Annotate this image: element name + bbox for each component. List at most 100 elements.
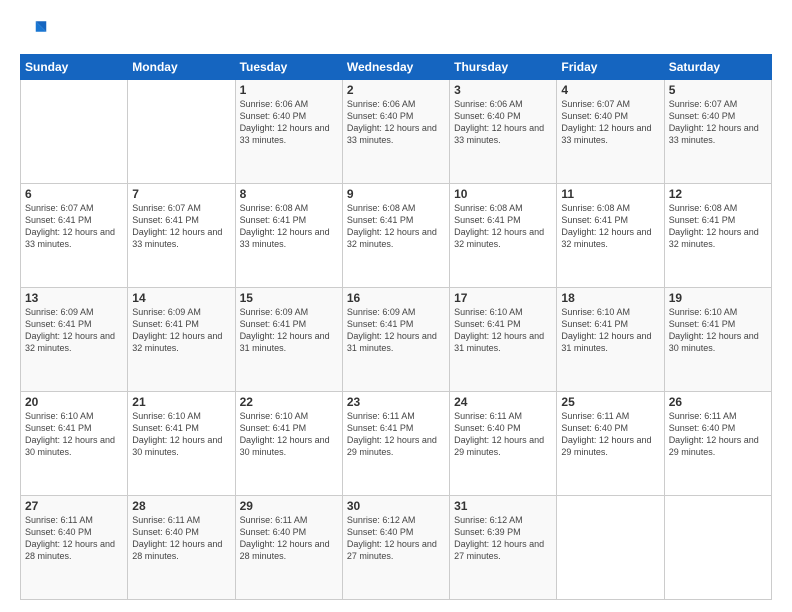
day-number: 17 (454, 291, 552, 305)
day-info: Sunrise: 6:12 AM Sunset: 6:40 PM Dayligh… (347, 515, 437, 561)
day-info: Sunrise: 6:06 AM Sunset: 6:40 PM Dayligh… (240, 99, 330, 145)
calendar-cell: 28 Sunrise: 6:11 AM Sunset: 6:40 PM Dayli… (128, 496, 235, 600)
calendar-cell: 30 Sunrise: 6:12 AM Sunset: 6:40 PM Dayli… (342, 496, 449, 600)
calendar-cell (664, 496, 771, 600)
day-info: Sunrise: 6:11 AM Sunset: 6:40 PM Dayligh… (132, 515, 222, 561)
calendar-cell: 7 Sunrise: 6:07 AM Sunset: 6:41 PM Daylig… (128, 184, 235, 288)
calendar-week-row: 27 Sunrise: 6:11 AM Sunset: 6:40 PM Dayli… (21, 496, 772, 600)
day-info: Sunrise: 6:10 AM Sunset: 6:41 PM Dayligh… (25, 411, 115, 457)
day-number: 2 (347, 83, 445, 97)
day-info: Sunrise: 6:08 AM Sunset: 6:41 PM Dayligh… (561, 203, 651, 249)
calendar-cell: 15Sunrise: 6:09 AM Sunset: 6:41 PM Dayli… (235, 288, 342, 392)
weekday-header-saturday: Saturday (664, 55, 771, 80)
calendar-cell: 14 Sunrise: 6:09 AM Sunset: 6:41 PM Dayli… (128, 288, 235, 392)
day-info: Sunrise: 6:12 AM Sunset: 6:39 PM Dayligh… (454, 515, 544, 561)
day-number: 23 (347, 395, 445, 409)
calendar-week-row: 13 Sunrise: 6:09 AM Sunset: 6:41 PM Dayli… (21, 288, 772, 392)
calendar-cell: 9 Sunrise: 6:08 AM Sunset: 6:41 PM Daylig… (342, 184, 449, 288)
day-info: Sunrise: 6:09 AM Sunset: 6:41 PM Dayligh… (132, 307, 222, 353)
day-number: 21 (132, 395, 230, 409)
header (20, 16, 772, 44)
day-number: 5 (669, 83, 767, 97)
day-number: 25 (561, 395, 659, 409)
day-number: 3 (454, 83, 552, 97)
day-info: Sunrise: 6:11 AM Sunset: 6:41 PM Dayligh… (347, 411, 437, 457)
day-number: 27 (25, 499, 123, 513)
day-info: Sunrise: 6:08 AM Sunset: 6:41 PM Dayligh… (454, 203, 544, 249)
weekday-header-monday: Monday (128, 55, 235, 80)
day-info: Sunrise: 6:10 AM Sunset: 6:41 PM Dayligh… (240, 411, 330, 457)
day-number: 28 (132, 499, 230, 513)
day-number: 4 (561, 83, 659, 97)
day-number: 14 (132, 291, 230, 305)
weekday-header-wednesday: Wednesday (342, 55, 449, 80)
day-info: Sunrise: 6:11 AM Sunset: 6:40 PM Dayligh… (561, 411, 651, 457)
calendar-cell: 29Sunrise: 6:11 AM Sunset: 6:40 PM Dayli… (235, 496, 342, 600)
day-number: 19 (669, 291, 767, 305)
day-number: 10 (454, 187, 552, 201)
calendar-cell: 13 Sunrise: 6:09 AM Sunset: 6:41 PM Dayli… (21, 288, 128, 392)
calendar-cell: 23 Sunrise: 6:11 AM Sunset: 6:41 PM Dayli… (342, 392, 449, 496)
calendar-cell: 18Sunrise: 6:10 AM Sunset: 6:41 PM Dayli… (557, 288, 664, 392)
day-number: 20 (25, 395, 123, 409)
day-number: 26 (669, 395, 767, 409)
day-info: Sunrise: 6:07 AM Sunset: 6:40 PM Dayligh… (561, 99, 651, 145)
day-info: Sunrise: 6:07 AM Sunset: 6:41 PM Dayligh… (132, 203, 222, 249)
calendar-cell: 31 Sunrise: 6:12 AM Sunset: 6:39 PM Dayli… (450, 496, 557, 600)
calendar-cell: 26Sunrise: 6:11 AM Sunset: 6:40 PM Dayli… (664, 392, 771, 496)
weekday-header-thursday: Thursday (450, 55, 557, 80)
calendar: SundayMondayTuesdayWednesdayThursdayFrid… (20, 54, 772, 600)
day-info: Sunrise: 6:09 AM Sunset: 6:41 PM Dayligh… (25, 307, 115, 353)
day-number: 12 (669, 187, 767, 201)
day-info: Sunrise: 6:08 AM Sunset: 6:41 PM Dayligh… (669, 203, 759, 249)
day-info: Sunrise: 6:10 AM Sunset: 6:41 PM Dayligh… (561, 307, 651, 353)
day-number: 16 (347, 291, 445, 305)
calendar-cell: 11 Sunrise: 6:08 AM Sunset: 6:41 PM Dayli… (557, 184, 664, 288)
calendar-week-row: 20 Sunrise: 6:10 AM Sunset: 6:41 PM Dayli… (21, 392, 772, 496)
calendar-cell (557, 496, 664, 600)
calendar-cell: 5 Sunrise: 6:07 AM Sunset: 6:40 PM Daylig… (664, 80, 771, 184)
calendar-cell: 3 Sunrise: 6:06 AM Sunset: 6:40 PM Daylig… (450, 80, 557, 184)
calendar-cell (21, 80, 128, 184)
day-number: 15 (240, 291, 338, 305)
day-info: Sunrise: 6:11 AM Sunset: 6:40 PM Dayligh… (25, 515, 115, 561)
calendar-cell: 4 Sunrise: 6:07 AM Sunset: 6:40 PM Daylig… (557, 80, 664, 184)
day-info: Sunrise: 6:06 AM Sunset: 6:40 PM Dayligh… (347, 99, 437, 145)
day-info: Sunrise: 6:07 AM Sunset: 6:41 PM Dayligh… (25, 203, 115, 249)
calendar-cell: 20 Sunrise: 6:10 AM Sunset: 6:41 PM Dayli… (21, 392, 128, 496)
logo-icon (20, 16, 48, 44)
day-number: 11 (561, 187, 659, 201)
day-info: Sunrise: 6:09 AM Sunset: 6:41 PM Dayligh… (347, 307, 437, 353)
calendar-cell: 21Sunrise: 6:10 AM Sunset: 6:41 PM Dayli… (128, 392, 235, 496)
calendar-cell: 22 Sunrise: 6:10 AM Sunset: 6:41 PM Dayli… (235, 392, 342, 496)
weekday-header-sunday: Sunday (21, 55, 128, 80)
calendar-cell: 8Sunrise: 6:08 AM Sunset: 6:41 PM Daylig… (235, 184, 342, 288)
logo (20, 16, 52, 44)
day-number: 22 (240, 395, 338, 409)
calendar-cell: 27 Sunrise: 6:11 AM Sunset: 6:40 PM Dayli… (21, 496, 128, 600)
calendar-cell: 10 Sunrise: 6:08 AM Sunset: 6:41 PM Dayli… (450, 184, 557, 288)
day-number: 6 (25, 187, 123, 201)
calendar-cell: 2 Sunrise: 6:06 AM Sunset: 6:40 PM Daylig… (342, 80, 449, 184)
day-number: 9 (347, 187, 445, 201)
calendar-cell: 1Sunrise: 6:06 AM Sunset: 6:40 PM Daylig… (235, 80, 342, 184)
page: SundayMondayTuesdayWednesdayThursdayFrid… (0, 0, 792, 612)
day-number: 30 (347, 499, 445, 513)
weekday-header-friday: Friday (557, 55, 664, 80)
day-info: Sunrise: 6:08 AM Sunset: 6:41 PM Dayligh… (240, 203, 330, 249)
day-number: 13 (25, 291, 123, 305)
day-info: Sunrise: 6:08 AM Sunset: 6:41 PM Dayligh… (347, 203, 437, 249)
weekday-header-row: SundayMondayTuesdayWednesdayThursdayFrid… (21, 55, 772, 80)
day-number: 7 (132, 187, 230, 201)
day-info: Sunrise: 6:11 AM Sunset: 6:40 PM Dayligh… (454, 411, 544, 457)
day-number: 29 (240, 499, 338, 513)
day-info: Sunrise: 6:07 AM Sunset: 6:40 PM Dayligh… (669, 99, 759, 145)
day-number: 31 (454, 499, 552, 513)
day-info: Sunrise: 6:10 AM Sunset: 6:41 PM Dayligh… (669, 307, 759, 353)
calendar-week-row: 6 Sunrise: 6:07 AM Sunset: 6:41 PM Daylig… (21, 184, 772, 288)
calendar-cell (128, 80, 235, 184)
day-info: Sunrise: 6:10 AM Sunset: 6:41 PM Dayligh… (454, 307, 544, 353)
calendar-cell: 17 Sunrise: 6:10 AM Sunset: 6:41 PM Dayli… (450, 288, 557, 392)
calendar-cell: 6 Sunrise: 6:07 AM Sunset: 6:41 PM Daylig… (21, 184, 128, 288)
day-info: Sunrise: 6:06 AM Sunset: 6:40 PM Dayligh… (454, 99, 544, 145)
